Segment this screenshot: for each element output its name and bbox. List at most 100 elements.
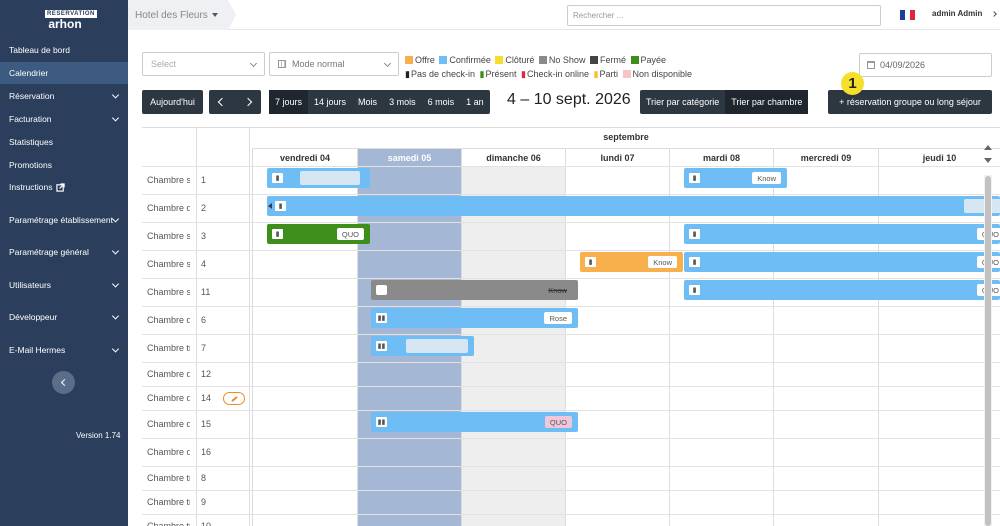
- sidebar: RESERVATION arhon Tableau de bord Calend…: [0, 0, 128, 526]
- legend-parti: ▮Parti: [594, 69, 618, 79]
- room-type: Chambre triple: [147, 343, 190, 353]
- room-type: Chambre double: [147, 203, 190, 213]
- nav-reservation[interactable]: Réservation: [0, 85, 128, 107]
- chevron-down-icon: [249, 59, 258, 68]
- nav-label: Paramétrage général: [9, 247, 89, 257]
- french-flag-icon[interactable]: [900, 10, 915, 20]
- room-type: Chambre double: [147, 315, 190, 325]
- room-number: 4: [201, 259, 207, 269]
- view-6-months[interactable]: 6 mois: [422, 90, 461, 114]
- nav-parametrage-general[interactable]: Paramétrage général: [0, 241, 128, 263]
- select-placeholder: Select: [151, 59, 177, 69]
- booking-bar[interactable]: ▮QUO: [267, 224, 370, 244]
- booking-bar[interactable]: ▮QUO: [684, 252, 1000, 272]
- view-7-days[interactable]: 7 jours: [269, 90, 309, 114]
- nav-facturation[interactable]: Facturation: [0, 108, 128, 130]
- booking-bar[interactable]: ▮▮ QUO: [371, 412, 578, 432]
- person-icon: ▮: [405, 69, 410, 79]
- legend-noshow: No Show: [538, 55, 585, 65]
- chevron-down-icon: [111, 280, 120, 288]
- room-number: 6: [201, 315, 207, 325]
- legend-confirmee: Confirmée: [439, 55, 491, 65]
- booking-bar[interactable]: Know: [371, 280, 578, 300]
- view-month[interactable]: Mois: [352, 90, 383, 114]
- cleaning-broom-icon[interactable]: [223, 392, 245, 405]
- view-3-months[interactable]: 3 mois: [383, 90, 422, 114]
- legend-present: ▮Présent: [480, 69, 517, 79]
- legend-non-dispo: Non disponible: [622, 69, 693, 79]
- view-14-days[interactable]: 14 jours: [308, 90, 352, 114]
- chevron-down-icon: [111, 91, 120, 99]
- search-input[interactable]: [567, 5, 881, 26]
- booking-bar[interactable]: ▮▮ Rose: [371, 308, 578, 328]
- chevron-down-icon: [111, 312, 120, 320]
- day-header: jeudi 10: [878, 149, 1000, 166]
- collapse-sidebar-button[interactable]: [52, 371, 75, 394]
- person-icon: ▮: [272, 173, 283, 183]
- view-1-year[interactable]: 1 an: [460, 90, 490, 114]
- room-type: Chambre double: [147, 447, 190, 457]
- booking-bar[interactable]: ▮ Know: [684, 168, 787, 188]
- room-row: Chambre triple 7: [142, 334, 1000, 362]
- date-range-title: 4 – 10 sept. 2026: [507, 91, 631, 108]
- nav-label: E-Mail Hermes: [9, 345, 66, 355]
- mode-dropdown[interactable]: Mode normal: [269, 52, 399, 76]
- view-switcher: 7 jours 14 jours Mois 3 mois 6 mois 1 an: [269, 90, 490, 114]
- select-dropdown[interactable]: Select: [142, 52, 265, 76]
- nav-arrows: [209, 90, 261, 114]
- room-row: Chambre triple 10: [142, 514, 1000, 526]
- booking-bar[interactable]: ▮▮: [371, 336, 474, 356]
- nav-label: Tableau de bord: [9, 45, 70, 55]
- booking-bar[interactable]: ▮: [267, 168, 370, 188]
- nav-email-hermes[interactable]: E-Mail Hermes: [0, 339, 128, 361]
- prev-arrow-icon[interactable]: [209, 90, 235, 114]
- day-header: mardi 08: [669, 149, 773, 166]
- legend-label: Non disponible: [632, 69, 693, 79]
- nav-tableau-de-bord[interactable]: Tableau de bord: [0, 39, 128, 61]
- today-button[interactable]: Aujourd'hui: [142, 90, 203, 114]
- nav-developpeur[interactable]: Développeur: [0, 306, 128, 328]
- legend-checkin-online: ▮Check-in online: [521, 69, 589, 79]
- room-number: 15: [201, 419, 212, 429]
- sort-by-category-button[interactable]: Trier par catégorie: [640, 90, 725, 114]
- nav-label: Promotions: [9, 160, 52, 170]
- day-header: dimanche 06: [461, 149, 565, 166]
- legend-label: Payée: [640, 55, 667, 65]
- chevron-right-icon[interactable]: [991, 11, 997, 17]
- legend-label: Parti: [599, 69, 618, 79]
- legend-label: Fermé: [599, 55, 626, 65]
- app-logo[interactable]: RESERVATION arhon: [45, 7, 97, 30]
- nav-parametrage-etablissement[interactable]: Paramétrage établissement: [0, 209, 128, 231]
- scrollbar-thumb[interactable]: [985, 176, 991, 526]
- scroll-up-arrow-icon[interactable]: [984, 145, 992, 150]
- legend-label: Présent: [485, 69, 517, 79]
- nav-utilisateurs[interactable]: Utilisateurs: [0, 274, 128, 296]
- legend-swatch: [495, 56, 504, 64]
- legend-swatch: [538, 56, 547, 64]
- sort-switcher: Trier par catégorie Trier par chambre: [640, 90, 809, 114]
- date-picker[interactable]: 04/09/2026: [859, 53, 992, 77]
- legend-label: Offre: [415, 55, 435, 65]
- chevron-down-icon: [111, 247, 120, 255]
- person-icon: ▮: [521, 69, 526, 79]
- guest-name-blank: [406, 339, 468, 353]
- nav-calendrier[interactable]: Calendrier: [0, 62, 128, 84]
- booking-bar[interactable]: ▮ Know: [580, 252, 683, 272]
- legend-swatch: [589, 56, 598, 64]
- nav-statistiques[interactable]: Statistiques: [0, 131, 128, 153]
- room-row: Chambre triple 9: [142, 490, 1000, 514]
- hotel-selector[interactable]: Hotel des Fleurs: [128, 0, 228, 30]
- room-number: 11: [201, 287, 211, 297]
- nav-label: Facturation: [9, 114, 52, 124]
- sort-by-room-button[interactable]: Trier par chambre: [725, 90, 809, 114]
- scroll-down-arrow-icon[interactable]: [984, 158, 992, 163]
- next-arrow-icon[interactable]: [235, 90, 261, 114]
- room-number: 3: [201, 231, 207, 241]
- nav-promotions[interactable]: Promotions: [0, 154, 128, 176]
- booking-bar[interactable]: ▮: [267, 196, 1000, 216]
- booking-bar[interactable]: ▮QUO: [684, 224, 1000, 244]
- booking-bar[interactable]: ▮QUO: [684, 280, 1000, 300]
- user-menu[interactable]: admin Admin: [932, 9, 982, 18]
- nav-instructions[interactable]: Instructions: [0, 176, 128, 198]
- room-row: Chambre double 12: [142, 362, 1000, 386]
